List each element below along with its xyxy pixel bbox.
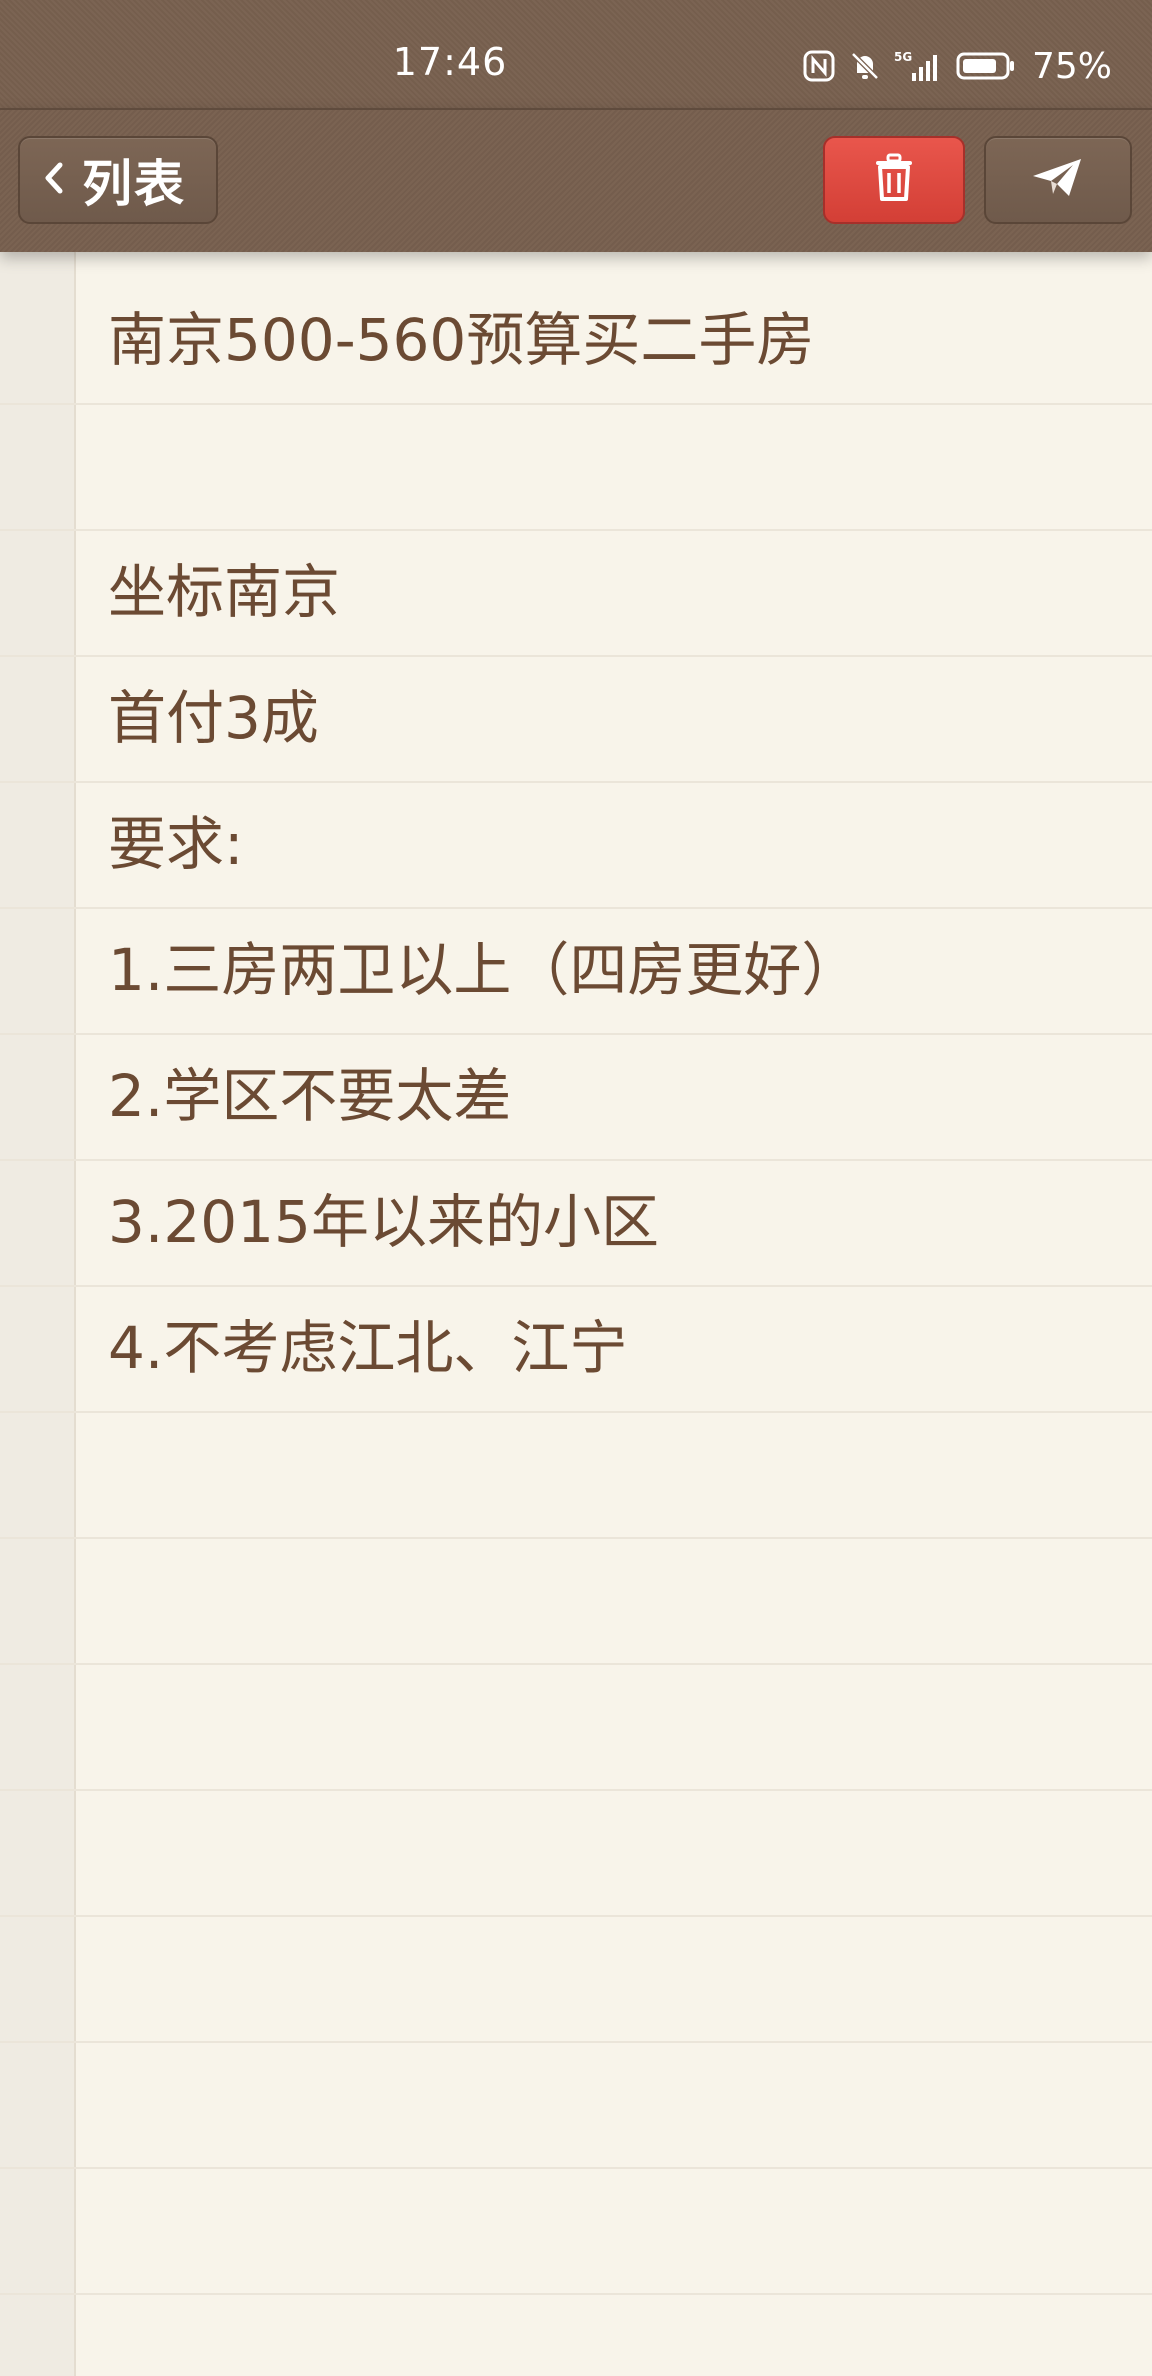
nfc-icon [802, 49, 836, 83]
back-button-label: 列表 [82, 155, 186, 213]
signal-5g-icon: 5G [894, 49, 944, 83]
trash-icon [872, 153, 916, 207]
back-to-list-button[interactable]: 列表 [18, 136, 218, 224]
mute-bell-icon [848, 49, 882, 83]
paper-plane-icon [1031, 156, 1085, 204]
note-line[interactable]: 4.不考虑江北、江宁 [108, 1285, 1128, 1411]
paper-margin [0, 250, 76, 2376]
ruled-line [0, 1663, 1152, 1665]
status-time: 17:46 [392, 40, 508, 84]
note-line[interactable] [108, 403, 1128, 529]
note-line[interactable]: 2.学区不要太差 [108, 1033, 1128, 1159]
note-line[interactable]: 3.2015年以来的小区 [108, 1159, 1128, 1285]
svg-text:5G: 5G [894, 50, 912, 64]
delete-button[interactable] [823, 136, 965, 224]
note-title[interactable]: 南京500-560预算买二手房 [108, 277, 1128, 403]
send-button[interactable] [984, 136, 1132, 224]
ruled-line [0, 1915, 1152, 1917]
note-line[interactable]: 1.三房两卫以上（四房更好） [108, 907, 1128, 1033]
battery-icon [956, 49, 1016, 83]
ruled-line [0, 1537, 1152, 1539]
status-icons: 5G 75% [802, 44, 1112, 88]
status-bar: 17:46 5G 75% [0, 0, 1152, 108]
note-editor[interactable]: 南京500-560预算买二手房 坐标南京 首付3成 要求: 1.三房两卫以上（四… [0, 250, 1152, 2376]
note-line[interactable]: 坐标南京 [108, 529, 1128, 655]
ruled-line [0, 2167, 1152, 2169]
chevron-left-icon [44, 161, 64, 199]
ruled-line [0, 2041, 1152, 2043]
ruled-line [0, 1789, 1152, 1791]
ruled-line [0, 2293, 1152, 2295]
toolbar: 列表 [0, 108, 1152, 252]
ruled-line [0, 1411, 1152, 1413]
note-line[interactable]: 要求: [108, 781, 1128, 907]
note-line[interactable]: 首付3成 [108, 655, 1128, 781]
battery-percent: 75% [1031, 45, 1112, 87]
